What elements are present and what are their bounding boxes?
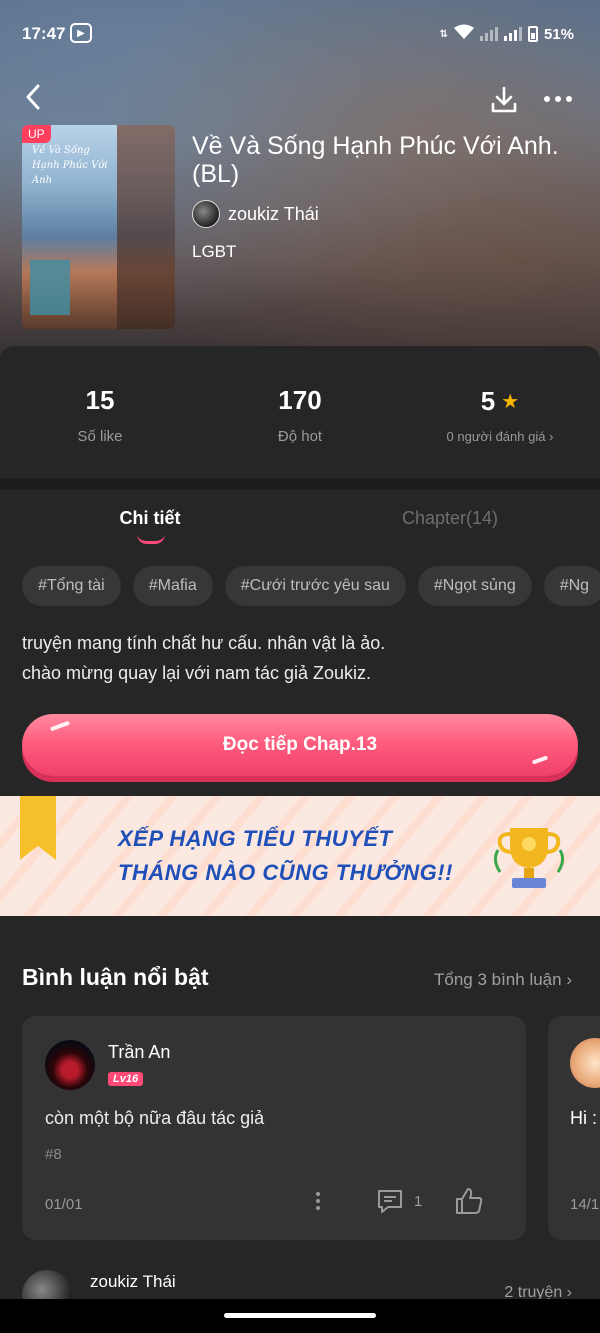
banner-text: XẾP HẠNG TIỂU THUYẾT THÁNG NÀO CŨNG THƯỞ…	[118, 826, 453, 885]
battery-percent: 51%	[543, 25, 574, 43]
reply-button[interactable]: 1	[376, 1188, 422, 1214]
battery-icon	[527, 26, 538, 42]
chevron-left-icon	[26, 84, 40, 110]
comment-text: Hi :	[570, 1108, 597, 1128]
comment-date: 01/01	[45, 1196, 83, 1213]
likes-value: 15	[85, 385, 115, 415]
author-name: zoukiz Thái	[228, 203, 319, 224]
back-button[interactable]	[18, 82, 48, 112]
signal-icon-2	[503, 27, 522, 41]
app-notification-icon: ▶	[70, 23, 92, 43]
stats-panel: 15 Số like 170 Độ hot 5 ★ 0 người đánh gi…	[0, 346, 600, 478]
tab-bar: Chi tiết Chapter(14)	[0, 490, 600, 552]
hashtag[interactable]: #Ngọt sủng	[417, 566, 532, 606]
hot-value: 170	[278, 385, 322, 415]
story-description: truyện mang tính chất hư cấu. nhân vật l…	[22, 628, 582, 688]
chevron-right-icon: ›	[566, 970, 572, 989]
cover-title: Về Và Sống Hạnh Phúc Với Anh	[32, 145, 108, 186]
status-time: 17:47	[22, 24, 66, 43]
likes-stat: 15 Số like	[0, 346, 200, 478]
status-bar: 17:47 ▶ ⇅ 51%	[0, 0, 600, 68]
author-link[interactable]: zoukiz Thái	[192, 200, 319, 228]
hashtag-list: #Tổng tài #Mafia #Cưới trước yêu sau #Ng…	[22, 566, 600, 606]
genre-label[interactable]: LGBT	[192, 242, 236, 262]
more-dots-icon	[544, 96, 550, 102]
download-button[interactable]	[488, 84, 520, 116]
update-badge: UP	[22, 125, 51, 143]
more-options-button[interactable]	[544, 96, 572, 102]
trophy-icon	[493, 828, 565, 888]
divider	[0, 478, 600, 490]
rating-stat[interactable]: 5 ★ 0 người đánh giá ›	[400, 346, 600, 478]
continue-reading-button[interactable]: Đọc tiếp Chap.13	[22, 714, 578, 776]
description-line: truyện mang tính chất hư cấu. nhân vật l…	[22, 633, 386, 653]
hashtag[interactable]: #Cưới trước yêu sau	[224, 566, 406, 606]
comment-card[interactable]: Trần An Lv16 còn một bộ nữa đâu tác giả …	[22, 1016, 526, 1240]
star-icon: ★	[501, 391, 520, 413]
likes-label: Số like	[77, 428, 123, 445]
comment-icon	[378, 1190, 402, 1213]
commenter-avatar[interactable]	[570, 1038, 600, 1088]
rating-label: 0 người đánh giá	[446, 429, 546, 444]
comment-more-button[interactable]	[316, 1192, 320, 1210]
comment-date: 14/1	[570, 1196, 600, 1213]
tab-chapters[interactable]: Chapter(14)	[300, 490, 600, 552]
level-badge: Lv16	[108, 1072, 144, 1086]
story-title: Về Và Sống Hạnh Phúc Với Anh. (BL)	[192, 132, 559, 188]
like-button[interactable]	[454, 1186, 484, 1221]
hot-label: Độ hot	[277, 428, 323, 445]
more-vertical-icon	[316, 1192, 320, 1196]
author-works-row[interactable]: zoukiz Thái 2 truyện ›	[0, 1262, 600, 1320]
commenter-name[interactable]: Trần An	[108, 1042, 170, 1063]
signal-icon	[479, 27, 498, 41]
wifi-icon	[453, 24, 474, 44]
comment-number: #8	[45, 1146, 62, 1163]
status-icons: ⇅ 51%	[440, 24, 574, 44]
reply-count: 1	[414, 1192, 423, 1210]
commenter-avatar[interactable]	[45, 1040, 95, 1090]
download-icon	[491, 86, 517, 113]
story-cover[interactable]: UP Về Và Sống Hạnh Phúc Với Anh	[22, 125, 175, 329]
data-arrows-icon: ⇅	[439, 28, 448, 40]
chevron-right-icon: ›	[549, 429, 554, 444]
home-gesture-handle[interactable]	[224, 1313, 376, 1318]
all-comments-link[interactable]: Tổng 3 bình luận ›	[434, 970, 572, 990]
author-avatar	[192, 200, 220, 228]
comments-section-title: Bình luận nổi bật	[22, 964, 209, 990]
hashtag[interactable]: #Tổng tài	[22, 566, 121, 606]
author-name: zoukiz Thái	[90, 1272, 176, 1291]
hashtag[interactable]: #Mafia	[132, 566, 213, 606]
comment-card[interactable]: Hi : 14/1	[548, 1016, 600, 1240]
system-nav-bar	[0, 1299, 600, 1333]
rating-value: 5	[480, 386, 496, 416]
hot-stat: 170 Độ hot	[200, 346, 400, 478]
comment-text: còn một bộ nữa đâu tác giả	[45, 1108, 265, 1128]
hashtag[interactable]: #Ng	[543, 566, 600, 606]
description-line: chào mừng quay lại với nam tác giả Zouki…	[22, 663, 372, 683]
thumbs-up-icon	[456, 1188, 483, 1214]
